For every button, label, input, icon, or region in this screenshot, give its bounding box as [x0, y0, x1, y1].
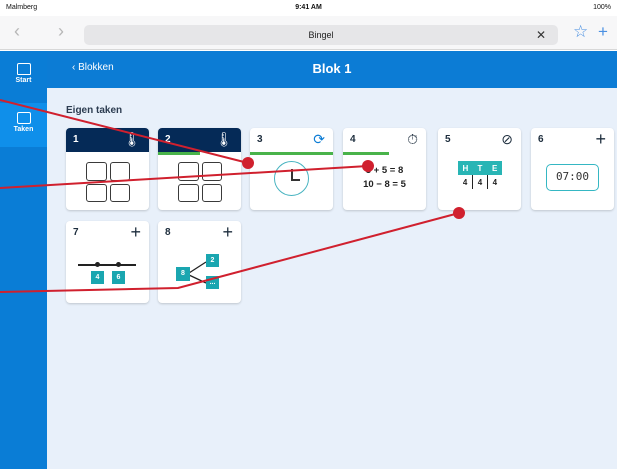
card-illustration: 3 + 5 = 8 10 − 8 = 5 [343, 156, 426, 210]
task-card-8[interactable]: 8 + 8 2 ... [158, 221, 241, 303]
progress-bar [158, 152, 200, 155]
task-card-2[interactable]: 2 🌡 [158, 128, 241, 210]
progress-bar [250, 152, 333, 155]
hte-value-cell: 4 [472, 175, 488, 189]
grid-icon [86, 162, 130, 202]
star-icon[interactable]: ☆ [573, 22, 588, 42]
sidebar-item-label: Start [15, 77, 32, 84]
card-header: 7 + [66, 221, 149, 245]
card-illustration: 8 2 ... [158, 249, 241, 303]
status-bar: Malmberg 9:41 AM 100% [0, 0, 617, 16]
sidebar: Start Taken [0, 51, 47, 469]
task-card-5[interactable]: 5 ⊘ H T E 4 4 4 [438, 128, 521, 210]
card-header: 4 ⏱ [343, 128, 426, 152]
plus-icon: + [222, 222, 233, 242]
card-illustration [158, 156, 241, 210]
card-illustration: H T E 4 4 4 [438, 156, 521, 210]
card-header: 1 🌡 [66, 128, 149, 152]
split-unknown-box: ... [206, 276, 219, 289]
place-value-table: H T E 4 4 4 [458, 161, 502, 189]
hte-value-cell: 4 [492, 177, 498, 187]
number-box: 6 [112, 271, 125, 284]
number-line-mark [95, 262, 100, 267]
refresh-icon: ⟳ [313, 131, 325, 147]
battery-label: 100% [593, 4, 611, 11]
task-card-6[interactable]: 6 + 07:00 [531, 128, 614, 210]
card-illustration [66, 156, 149, 210]
sum-line-1: 3 + 5 = 8 [365, 165, 404, 176]
hte-value-cell: 4 [458, 175, 474, 189]
hte-header-cell: T [472, 161, 488, 175]
number-line [78, 264, 136, 266]
card-header: 2 🌡 [158, 128, 241, 152]
task-number: 5 [445, 134, 451, 145]
task-number: 1 [73, 134, 79, 145]
task-card-7[interactable]: 7 + 4 6 [66, 221, 149, 303]
split-total-box: 8 [176, 267, 190, 281]
section-title: Eigen taken [66, 105, 123, 116]
browser-forward-icon[interactable]: › [58, 21, 64, 42]
task-card-3[interactable]: 3 ⟳ [250, 128, 333, 210]
clock-label: 9:41 AM [295, 4, 322, 11]
plus-icon: + [595, 129, 606, 149]
url-field[interactable]: Bingel ✕ [84, 25, 558, 45]
tasks-icon [16, 112, 31, 124]
card-header: 5 ⊘ [438, 128, 521, 152]
stopwatch-icon: ⏱ [407, 131, 418, 147]
url-text: Bingel [308, 30, 334, 40]
page-title: Blok 1 [312, 61, 352, 76]
plus-icon[interactable]: + [598, 22, 608, 42]
split-part-box: 2 [206, 254, 219, 267]
task-number: 3 [257, 134, 263, 145]
sums-illustration: 3 + 5 = 8 10 − 8 = 5 [343, 164, 426, 192]
task-number: 7 [73, 227, 79, 238]
sidebar-item-label: Taken [13, 126, 34, 133]
sidebar-item-start[interactable]: Start [0, 59, 47, 95]
sidebar-item-taken[interactable]: Taken [0, 103, 47, 147]
check-cycle-icon: ⊘ [501, 131, 513, 147]
clock-icon [274, 161, 309, 196]
sum-line-2: 10 − 8 = 5 [363, 179, 406, 190]
card-illustration: 4 6 [66, 249, 149, 303]
thermometer-icon: 🌡 [123, 131, 141, 147]
clear-url-icon[interactable]: ✕ [536, 25, 546, 45]
thermometer-icon: 🌡 [215, 131, 233, 147]
card-header: 8 + [158, 221, 241, 245]
page-header: ‹ Blokken Blok 1 [47, 51, 617, 88]
number-line-mark [116, 262, 121, 267]
main-content: ‹ Blokken Blok 1 Eigen taken 1 🌡 2 🌡 3 ⟳ [47, 51, 617, 469]
number-box: 4 [91, 271, 104, 284]
task-number: 8 [165, 227, 171, 238]
digital-clock: 07:00 [546, 164, 599, 191]
task-number: 6 [538, 134, 544, 145]
card-illustration: 07:00 [531, 156, 614, 210]
card-illustration [250, 156, 333, 210]
card-header: 3 ⟳ [250, 128, 333, 152]
task-card-1[interactable]: 1 🌡 [66, 128, 149, 210]
browser-back-icon[interactable]: ‹ [14, 21, 20, 42]
task-card-4[interactable]: 4 ⏱ 3 + 5 = 8 10 − 8 = 5 [343, 128, 426, 210]
plus-icon: + [130, 222, 141, 242]
grid-icon [178, 162, 222, 202]
home-icon [16, 63, 31, 75]
card-header: 6 + [531, 128, 614, 152]
progress-bar [343, 152, 389, 155]
split-lines [188, 261, 207, 284]
hte-header-cell: E [487, 161, 502, 175]
task-number: 2 [165, 134, 171, 145]
task-number: 4 [350, 134, 356, 145]
browser-toolbar: ‹ › Bingel ✕ ☆ + [0, 16, 617, 50]
hte-header-cell: H [458, 161, 473, 175]
